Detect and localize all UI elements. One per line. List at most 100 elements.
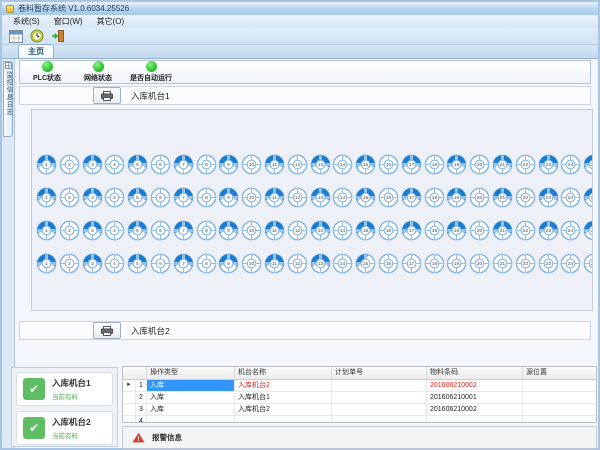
table-cell[interactable]: 201606210002: [427, 380, 523, 391]
table-cell[interactable]: 入库: [147, 380, 235, 391]
slot-empty: 8: [196, 154, 217, 175]
slot-occupied: 3: [82, 220, 103, 241]
menu-item[interactable]: 系统(S): [6, 16, 47, 27]
svg-text:22: 22: [523, 195, 529, 201]
slot-empty: 8: [196, 220, 217, 241]
print-button-machine2[interactable]: [93, 322, 121, 339]
slot-empty: 6: [150, 187, 171, 208]
table-cell[interactable]: [332, 416, 427, 423]
slot-occupied: 23: [538, 154, 559, 175]
svg-text:6: 6: [159, 195, 162, 201]
svg-text:5: 5: [136, 195, 139, 201]
side-tab-label: 监控信息日志: [3, 71, 13, 116]
table-row[interactable]: 3入库入库机台2201606210002: [123, 404, 596, 416]
exit-button[interactable]: [47, 29, 68, 44]
side-tab-log[interactable]: 监控信息日志: [3, 61, 13, 137]
table-cell[interactable]: [523, 380, 596, 391]
table-cell[interactable]: [235, 416, 332, 423]
svg-text:12: 12: [295, 162, 301, 168]
exit-door-icon: [51, 29, 65, 43]
table-row[interactable]: 2入库入库机台1201606210001: [123, 392, 596, 404]
svg-text:6: 6: [159, 261, 162, 267]
svg-text:24: 24: [568, 162, 574, 168]
table-cell[interactable]: [427, 416, 523, 423]
svg-text:17: 17: [409, 261, 415, 267]
tabstrip: 主页: [2, 45, 598, 59]
table-cell[interactable]: [332, 392, 427, 403]
app-window: 卷料暂存系统 V1.0.6034.25526 系统(S)窗口(W)其它(O): [0, 0, 600, 450]
table-cell[interactable]: 入库机台2: [235, 404, 332, 415]
warning-icon: !: [132, 432, 145, 443]
table-view-button[interactable]: [5, 29, 26, 44]
table-cell[interactable]: [523, 416, 596, 423]
clock-button[interactable]: [26, 29, 47, 44]
row-marker-icon: [123, 392, 136, 403]
slot-empty: 14: [332, 220, 353, 241]
svg-text:3: 3: [91, 261, 94, 267]
column-header[interactable]: 计划单号: [332, 367, 427, 379]
svg-text:5: 5: [136, 261, 139, 267]
station-card[interactable]: ✔ 入库机台2 当前有料: [16, 411, 113, 445]
table-cell[interactable]: 入库机台2: [235, 380, 332, 391]
slot-occupied: 9: [218, 253, 239, 274]
table-cell[interactable]: [523, 392, 596, 403]
slot-occupied: 7: [173, 187, 194, 208]
slot-occupied: 5: [127, 220, 148, 241]
table-cell[interactable]: 入库: [147, 404, 235, 415]
svg-text:10: 10: [249, 261, 255, 267]
slot-occupied: 3: [82, 253, 103, 274]
check-icon: ✔: [23, 378, 45, 400]
slot-empty: 18: [424, 220, 445, 241]
table-cell[interactable]: 入库机台1: [235, 392, 332, 403]
slot-occupied: 9: [218, 220, 239, 241]
column-header[interactable]: 物料条码: [427, 367, 523, 379]
slot-occupied: 21: [492, 187, 513, 208]
slot-occupied: 11: [264, 220, 285, 241]
table-row[interactable]: ► 1入库入库机台2201606210002: [123, 380, 596, 392]
slot-occupied: 7: [173, 220, 194, 241]
station-card[interactable]: ✔ 入库机台1 当前有料: [16, 372, 113, 406]
svg-text:3: 3: [91, 228, 94, 234]
slot-empty: 19: [446, 253, 467, 274]
column-header[interactable]: 机台名称: [235, 367, 332, 379]
menu-item[interactable]: 窗口(W): [47, 16, 90, 27]
svg-text:7: 7: [182, 261, 185, 267]
slot-row: 1 2 3 4 5 6 7 8 9 10: [36, 253, 592, 274]
svg-text:2: 2: [68, 195, 71, 201]
table-cell[interactable]: 201606210001: [427, 392, 523, 403]
svg-text:2: 2: [68, 228, 71, 234]
slot-empty: 16: [378, 220, 399, 241]
svg-text:15: 15: [363, 162, 369, 168]
slot-occupied: 17: [401, 187, 422, 208]
tab-home[interactable]: 主页: [18, 44, 54, 58]
table-cell[interactable]: [523, 404, 596, 415]
svg-text:!: !: [137, 436, 139, 443]
machine2-header: 入库机台2: [19, 321, 591, 340]
table-cell[interactable]: [147, 416, 235, 423]
table-cell[interactable]: 201606210002: [427, 404, 523, 415]
table-cell[interactable]: [332, 380, 427, 391]
slot-empty: 20: [469, 253, 490, 274]
table-cell[interactable]: [332, 404, 427, 415]
slot-occupied: 5: [127, 154, 148, 175]
print-button-machine1[interactable]: [93, 87, 121, 104]
table-cell[interactable]: 入库: [147, 392, 235, 403]
column-header[interactable]: 源位置: [523, 367, 596, 379]
svg-text:10: 10: [249, 228, 255, 234]
slot-occupied: 11: [264, 154, 285, 175]
table-header-row: 操作类型机台名称计划单号物料条码源位置: [123, 367, 596, 380]
table-row[interactable]: 4: [123, 416, 596, 423]
column-header[interactable]: 操作类型: [147, 367, 235, 379]
slot-occupied: 1: [36, 187, 57, 208]
svg-text:23: 23: [545, 162, 551, 168]
row-marker-icon: ►: [123, 380, 136, 391]
svg-text:15: 15: [363, 195, 369, 201]
slot-occupied: 17: [401, 154, 422, 175]
svg-text:9: 9: [228, 162, 231, 168]
slot-empty: 21: [492, 253, 513, 274]
menu-item[interactable]: 其它(O): [90, 16, 132, 27]
status-panel: PLC状态 网络状态 是否自动运行: [19, 60, 591, 84]
svg-text:4: 4: [114, 261, 117, 267]
slot-occupied: 21: [492, 220, 513, 241]
slot-occupied: 1: [36, 220, 57, 241]
